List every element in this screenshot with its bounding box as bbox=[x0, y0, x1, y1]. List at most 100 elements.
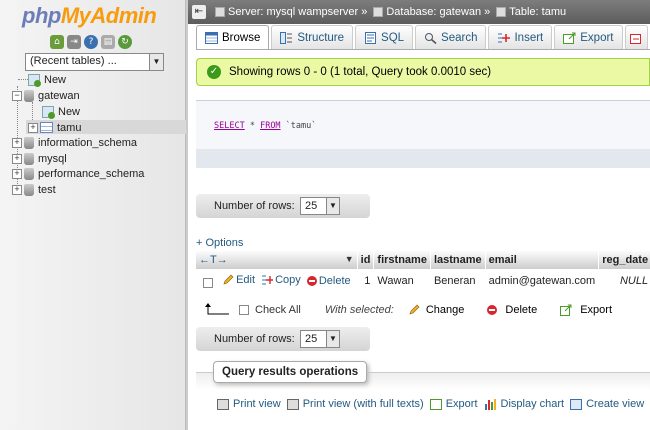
print-view-full-link[interactable]: Print view (with full texts) bbox=[286, 398, 424, 410]
query-results-actions: Print view Print view (with full texts) … bbox=[217, 398, 644, 410]
structure-icon bbox=[280, 31, 293, 44]
tab-search[interactable]: Search bbox=[415, 25, 487, 49]
collapse-panel-icon[interactable]: ⇤ bbox=[192, 5, 206, 19]
tab-more[interactable] bbox=[624, 25, 648, 49]
column-header-firstname[interactable]: firstname bbox=[373, 250, 431, 269]
tree-line bbox=[18, 79, 28, 80]
create-view-link[interactable]: Create view bbox=[570, 398, 644, 410]
nav-icon-bar: ⌂ ⇥ ? ▤ ↻ bbox=[50, 35, 132, 49]
tab-structure[interactable]: Structure bbox=[271, 25, 354, 49]
expand-icon[interactable]: + bbox=[28, 122, 38, 133]
reload-icon[interactable]: ↻ bbox=[118, 35, 132, 49]
breadcrumb-server[interactable]: Server: mysql wampserver bbox=[228, 6, 358, 18]
tab-browse[interactable]: Browse bbox=[196, 25, 270, 49]
database-icon bbox=[24, 89, 34, 102]
recent-tables-select[interactable]: (Recent tables) ... ▼ bbox=[25, 53, 164, 71]
import-icon bbox=[629, 33, 641, 44]
check-all-label[interactable]: Check All bbox=[255, 304, 301, 316]
chevron-down-icon: ▼ bbox=[149, 54, 163, 70]
expand-icon[interactable]: + bbox=[12, 137, 22, 148]
database-icon bbox=[24, 183, 34, 196]
delete-icon bbox=[306, 275, 317, 286]
database-icon bbox=[24, 167, 34, 180]
tree-item-gatewan[interactable]: − gatewan bbox=[12, 88, 80, 103]
cell-email[interactable]: admin@gatewan.com bbox=[485, 269, 600, 293]
collapse-icon[interactable]: − bbox=[12, 90, 22, 101]
home-icon[interactable]: ⌂ bbox=[50, 35, 64, 49]
column-header-reg-date[interactable]: reg_date bbox=[598, 250, 650, 269]
display-chart-link[interactable]: Display chart bbox=[484, 398, 564, 410]
breadcrumb-database[interactable]: Database: gatewan bbox=[386, 6, 481, 18]
server-icon bbox=[215, 7, 225, 17]
view-icon bbox=[570, 398, 583, 410]
export-icon bbox=[560, 304, 572, 316]
tree-item-tamu[interactable]: + tamu bbox=[28, 120, 81, 135]
tree-item-new-table[interactable]: New bbox=[42, 104, 80, 119]
copy-icon bbox=[262, 275, 274, 284]
logout-icon[interactable]: ⇥ bbox=[67, 35, 81, 49]
printer-icon bbox=[286, 398, 299, 410]
new-icon bbox=[28, 73, 41, 87]
query-results-operations-title: Query results operations bbox=[213, 361, 368, 383]
table-icon bbox=[40, 122, 53, 133]
column-header-email[interactable]: email bbox=[485, 250, 600, 269]
edit-button[interactable]: Edit bbox=[222, 274, 255, 286]
tree-item-information-schema[interactable]: + information_schema bbox=[12, 135, 137, 150]
tab-export[interactable]: Export bbox=[554, 25, 623, 49]
tab-sql[interactable]: SQL bbox=[355, 25, 414, 49]
cell-firstname[interactable]: Wawan bbox=[373, 269, 431, 293]
breadcrumb-table[interactable]: Table: tamu bbox=[509, 6, 566, 18]
arrow-left-icon bbox=[205, 303, 229, 315]
row-actions: Edit Copy Delete bbox=[196, 269, 358, 293]
tree-item-new-database[interactable]: New bbox=[28, 72, 66, 87]
browse-icon bbox=[205, 31, 218, 44]
print-view-link[interactable]: Print view bbox=[217, 398, 281, 410]
column-sort-handle[interactable]: ←T→ ▼ bbox=[196, 250, 358, 269]
export-icon bbox=[563, 32, 576, 44]
panel-divider[interactable] bbox=[186, 0, 188, 430]
cell-id[interactable]: 1 bbox=[357, 269, 375, 293]
tree-item-test[interactable]: + test bbox=[12, 182, 56, 197]
success-message: ✓ Showing rows 0 - 0 (1 total, Query too… bbox=[196, 58, 650, 86]
table-row: Edit Copy Delete 1 Wawan Beneran admin@g… bbox=[196, 269, 650, 293]
copy-button[interactable]: Copy bbox=[261, 274, 301, 286]
number-of-rows-top: Number of rows: 25 ▼ bbox=[196, 194, 370, 218]
export-link[interactable]: Export bbox=[429, 398, 478, 410]
sql-query[interactable]: SELECT * FROM `tamu` bbox=[214, 121, 316, 131]
expand-icon[interactable]: + bbox=[12, 184, 22, 195]
rows-per-page-select[interactable]: 25 ▼ bbox=[300, 330, 340, 348]
column-header-id[interactable]: id bbox=[357, 250, 375, 269]
expand-icon[interactable]: + bbox=[12, 153, 22, 164]
check-all-checkbox[interactable] bbox=[239, 305, 249, 315]
export-icon bbox=[429, 398, 442, 410]
documentation-icon[interactable]: ▤ bbox=[101, 35, 115, 49]
database-icon bbox=[373, 7, 384, 17]
bulk-export-button[interactable]: Export bbox=[560, 304, 612, 316]
chevron-down-icon: ▼ bbox=[326, 198, 339, 214]
tab-insert[interactable]: Insert bbox=[488, 25, 553, 49]
cell-reg-date[interactable]: NULL bbox=[598, 269, 650, 293]
expand-icon[interactable]: + bbox=[12, 168, 22, 179]
search-icon bbox=[425, 32, 437, 44]
help-icon[interactable]: ? bbox=[84, 35, 98, 49]
with-selected-label: With selected: bbox=[324, 304, 394, 316]
pencil-icon bbox=[223, 274, 234, 284]
row-checkbox[interactable] bbox=[203, 277, 213, 288]
column-header-lastname[interactable]: lastname bbox=[430, 250, 486, 269]
sql-query-area: SELECT * FROM `tamu` bbox=[196, 101, 650, 149]
tree-item-performance-schema[interactable]: + performance_schema bbox=[12, 166, 144, 181]
delete-button[interactable]: Delete bbox=[306, 275, 351, 287]
options-link[interactable]: + Options bbox=[196, 237, 243, 249]
chevron-down-icon: ▼ bbox=[326, 331, 339, 347]
change-button[interactable]: Change bbox=[408, 304, 464, 316]
database-icon bbox=[24, 152, 34, 165]
breadcrumb-separator: » bbox=[361, 6, 368, 18]
bulk-delete-button[interactable]: Delete bbox=[487, 304, 537, 316]
phpmyadmin-logo[interactable]: phpMyAdmin bbox=[22, 3, 157, 29]
sql-icon bbox=[365, 31, 377, 44]
rows-per-page-select[interactable]: 25 ▼ bbox=[300, 197, 340, 215]
results-table: ←T→ ▼ id firstname lastname email reg_da… bbox=[196, 250, 650, 293]
tree-item-mysql[interactable]: + mysql bbox=[12, 151, 67, 166]
cell-lastname[interactable]: Beneran bbox=[430, 269, 486, 293]
dropdown-icon[interactable]: ▼ bbox=[345, 254, 354, 264]
